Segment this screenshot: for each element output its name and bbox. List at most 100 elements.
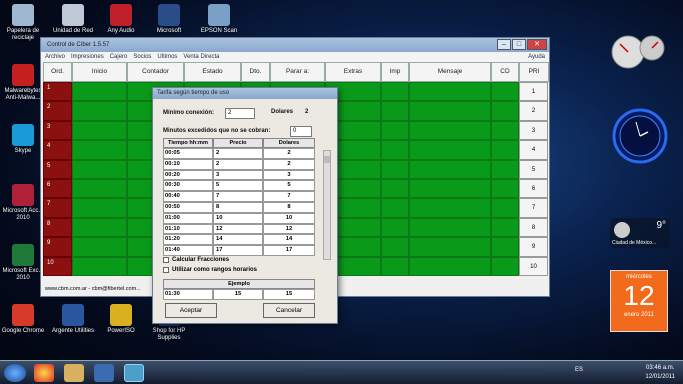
dialog-title[interactable]: Tarifa según tiempo de uso: [153, 88, 337, 99]
min-conexion-input[interactable]: 2: [225, 108, 255, 119]
grid-cell[interactable]: [409, 256, 491, 276]
clock-gadget[interactable]: [612, 108, 668, 164]
tarifa-time-cell[interactable]: 00:20: [163, 169, 213, 181]
accept-button[interactable]: Aceptar: [165, 303, 217, 318]
grid-cell[interactable]: [381, 178, 409, 199]
tarifa-time-cell[interactable]: 00:50: [163, 201, 213, 213]
chrome-taskbar-icon[interactable]: [34, 364, 54, 382]
tarifa-row[interactable]: 00:10 2 2: [163, 158, 315, 170]
tarifa-price-cell[interactable]: 8: [213, 201, 263, 213]
grid-cell[interactable]: [409, 198, 491, 218]
column-header[interactable]: Parar a:: [270, 62, 325, 82]
start-button[interactable]: [4, 364, 26, 382]
grid-cell[interactable]: [409, 101, 491, 121]
tarifa-dolares-cell[interactable]: 5: [263, 180, 315, 192]
tarifa-price-cell[interactable]: 2: [213, 158, 263, 170]
tarifa-dolares-cell[interactable]: 3: [263, 169, 315, 181]
pri-cell[interactable]: 6: [519, 178, 548, 199]
pri-cell[interactable]: 3: [519, 120, 548, 141]
grid-cell[interactable]: [72, 178, 127, 199]
grid-cell[interactable]: [491, 101, 519, 121]
minutos-input[interactable]: 0: [290, 126, 312, 137]
tarifa-price-cell[interactable]: 5: [213, 180, 263, 192]
column-header[interactable]: Mensaje: [409, 62, 491, 82]
tarifa-price-cell[interactable]: 10: [213, 212, 263, 224]
tarifa-row[interactable]: 01:20 14 14: [163, 234, 315, 246]
menu-item[interactable]: Socios: [133, 52, 151, 62]
desktop-icon[interactable]: Argente Utilities: [50, 304, 96, 335]
grid-cell[interactable]: [491, 256, 519, 276]
tarifa-dolares-cell[interactable]: 17: [263, 245, 315, 256]
grid-cell[interactable]: [409, 82, 491, 102]
desktop-icon[interactable]: Google Chrome: [0, 304, 46, 335]
grid-cell[interactable]: [409, 217, 491, 238]
tarifa-time-cell[interactable]: 01:10: [163, 223, 213, 235]
checkbox-box[interactable]: [163, 267, 169, 273]
tarifa-price-cell[interactable]: 7: [213, 191, 263, 202]
grid-cell[interactable]: [72, 140, 127, 160]
tarifa-row[interactable]: 01:40 17 17: [163, 245, 315, 256]
menu-item[interactable]: Archivo: [45, 52, 65, 62]
tarifa-dolares-cell[interactable]: 2: [263, 158, 315, 170]
grid-cell[interactable]: [491, 82, 519, 102]
grid-cell[interactable]: [72, 237, 127, 257]
column-header[interactable]: Imp: [381, 62, 409, 82]
grid-cell[interactable]: [381, 101, 409, 121]
column-header-pri[interactable]: PRI: [519, 62, 549, 82]
window-titlebar[interactable]: Control de Cíber 1.5.57 – □ ✕: [41, 38, 549, 52]
cyber-app-taskbar-icon[interactable]: [124, 364, 144, 382]
desktop-icon[interactable]: PowerISO: [98, 304, 144, 335]
grid-cell[interactable]: [491, 178, 519, 199]
tarifa-time-cell[interactable]: 00:30: [163, 180, 213, 192]
tarifa-dolares-cell[interactable]: 8: [263, 201, 315, 213]
desktop-icon[interactable]: Unidad de Red: [50, 4, 96, 35]
tarifa-time-cell[interactable]: 01:00: [163, 212, 213, 224]
tarifa-time-cell[interactable]: 00:05: [163, 148, 213, 159]
grid-cell[interactable]: [381, 140, 409, 160]
grid-cell[interactable]: [409, 140, 491, 160]
media-player-taskbar-icon[interactable]: [94, 364, 114, 382]
grid-cell[interactable]: [491, 198, 519, 218]
pri-cell[interactable]: 5: [519, 159, 548, 179]
tarifa-dolares-cell[interactable]: 7: [263, 191, 315, 202]
explorer-taskbar-icon[interactable]: [64, 364, 84, 382]
tarifa-time-cell[interactable]: 01:40: [163, 245, 213, 256]
column-header[interactable]: Dto.: [241, 62, 270, 82]
grid-cell[interactable]: [409, 159, 491, 179]
desktop-icon[interactable]: Any Audio: [98, 4, 144, 35]
grid-cell[interactable]: [381, 256, 409, 276]
grid-cell[interactable]: [381, 217, 409, 238]
language-indicator[interactable]: ES: [575, 367, 583, 373]
grid-cell[interactable]: [409, 120, 491, 141]
grid-cell[interactable]: [381, 120, 409, 141]
tarifa-dolares-cell[interactable]: 12: [263, 223, 315, 235]
pri-cell[interactable]: 7: [519, 198, 548, 218]
cancel-button[interactable]: Cancelar: [263, 303, 315, 318]
grid-cell[interactable]: [491, 237, 519, 257]
tarifa-time-cell[interactable]: 00:10: [163, 158, 213, 170]
grid-cell[interactable]: [72, 159, 127, 179]
tarifa-dolares-cell[interactable]: 14: [263, 234, 315, 246]
rangos-horarios-checkbox[interactable]: Utilizar como rangos horarios: [163, 267, 257, 273]
grid-cell[interactable]: [72, 217, 127, 238]
table-scrollbar[interactable]: [323, 150, 331, 260]
minimize-button[interactable]: –: [497, 39, 511, 50]
close-button[interactable]: ✕: [527, 39, 547, 50]
grid-cell[interactable]: [381, 159, 409, 179]
column-header[interactable]: CD: [491, 62, 519, 82]
grid-cell[interactable]: [72, 198, 127, 218]
desktop-icon[interactable]: Microsoft: [146, 4, 192, 35]
tarifa-row[interactable]: 00:40 7 7: [163, 191, 315, 202]
calendar-gadget[interactable]: miércoles 12 enero 2011: [610, 270, 668, 332]
tarifa-row[interactable]: 01:10 12 12: [163, 223, 315, 235]
tarifa-row[interactable]: 00:30 5 5: [163, 180, 315, 192]
tarifa-row[interactable]: 00:50 8 8: [163, 201, 315, 213]
grid-cell[interactable]: [72, 120, 127, 141]
tarifa-price-cell[interactable]: 12: [213, 223, 263, 235]
menu-item[interactable]: Ultimos: [157, 52, 177, 62]
tarifa-time-cell[interactable]: 01:20: [163, 234, 213, 246]
grid-cell[interactable]: [381, 198, 409, 218]
tarifa-price-cell[interactable]: 2: [213, 148, 263, 159]
meter-gadget[interactable]: [608, 30, 668, 76]
menu-item-help[interactable]: Ayuda: [528, 52, 545, 62]
